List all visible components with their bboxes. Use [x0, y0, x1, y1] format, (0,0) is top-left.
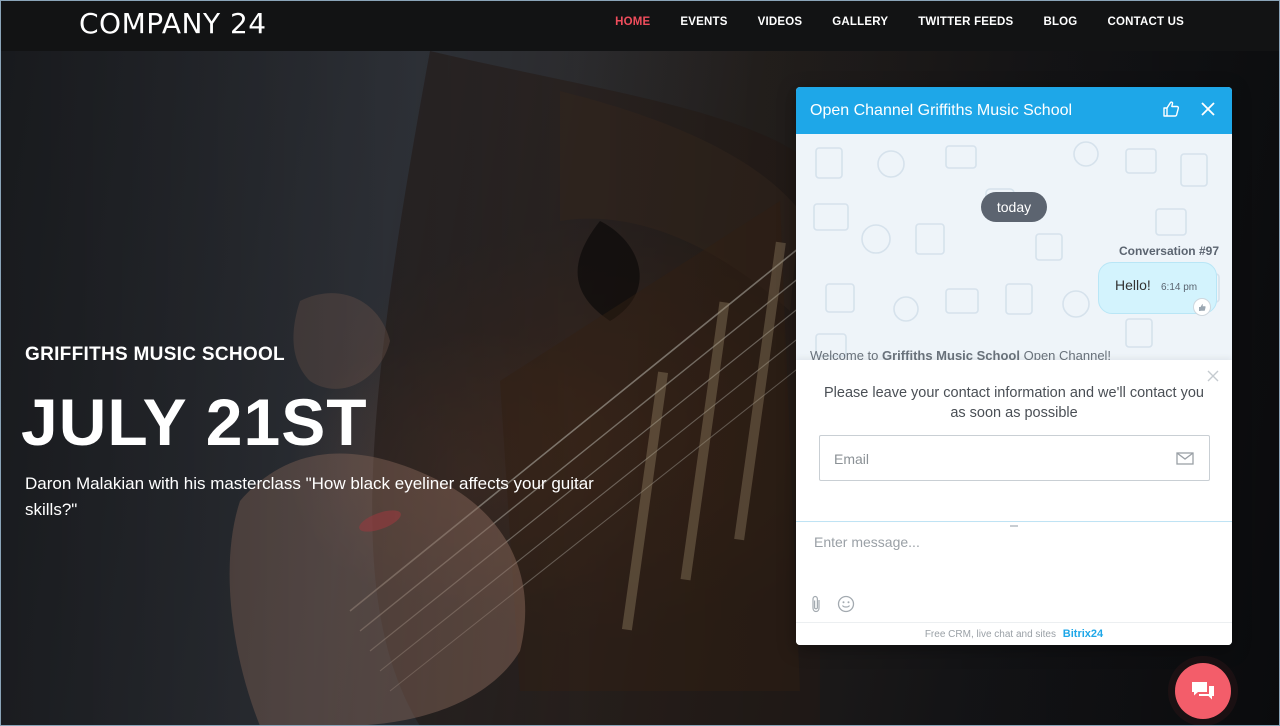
envelope-icon[interactable]	[1176, 452, 1194, 470]
message-text: Hello!	[1115, 277, 1151, 293]
live-chat-widget: Open Channel Griffiths Music School toda…	[796, 87, 1232, 645]
nav-home[interactable]: HOME	[615, 16, 650, 28]
main-nav: HOME EVENTS VIDEOS GALLERY TWITTER FEEDS…	[585, 16, 1184, 28]
conversation-label: Conversation #97	[1118, 244, 1219, 258]
open-chat-button[interactable]	[1168, 656, 1238, 726]
close-icon[interactable]	[1200, 101, 1216, 122]
email-input[interactable]	[832, 447, 1166, 471]
nav-events[interactable]: EVENTS	[680, 16, 727, 28]
hero-title: JULY 21ST	[21, 385, 368, 459]
nav-contact-us[interactable]: CONTACT US	[1107, 16, 1184, 28]
resize-handle[interactable]	[1010, 525, 1018, 527]
bitrix-logo[interactable]: Bitrix24	[1063, 628, 1103, 640]
nav-blog[interactable]: BLOG	[1043, 16, 1077, 28]
site-logo[interactable]: COMPANY 24	[79, 7, 267, 40]
message-time: 6:14 pm	[1161, 282, 1198, 293]
hero-description: Daron Malakian with his masterclass "How…	[25, 474, 594, 519]
contact-form-panel: Please leave your contact information an…	[796, 360, 1232, 521]
nav-videos[interactable]: VIDEOS	[758, 16, 803, 28]
chat-messages-area: today Conversation #97 Hello! 6:14 pm We…	[796, 134, 1232, 360]
hero-subtitle: GRIFFITHS MUSIC SCHOOL	[25, 344, 285, 365]
welcome-message: Welcome to Griffiths Music School Open C…	[810, 348, 1112, 360]
message-bubble: Hello! 6:14 pm	[1098, 262, 1217, 316]
input-divider	[796, 521, 1232, 522]
chat-header: Open Channel Griffiths Music School	[796, 87, 1232, 134]
chat-bubbles-icon	[1175, 663, 1231, 719]
message-like-icon[interactable]	[1193, 298, 1211, 316]
contact-prompt: Please leave your contact information an…	[824, 385, 1204, 421]
footer-text: Free CRM, live chat and sites	[924, 629, 1056, 640]
top-navigation-bar: COMPANY 24 HOME EVENTS VIDEOS GALLERY TW…	[0, 0, 1280, 51]
email-field	[819, 435, 1210, 481]
chat-title: Open Channel Griffiths Music School	[810, 102, 1073, 119]
thumbs-up-icon[interactable]	[1162, 100, 1180, 123]
message-composer	[796, 523, 1232, 621]
date-divider-badge: today	[981, 192, 1047, 222]
nav-gallery[interactable]: GALLERY	[832, 16, 888, 28]
paperclip-icon[interactable]	[810, 595, 822, 618]
nav-twitter-feeds[interactable]: TWITTER FEEDS	[918, 16, 1013, 28]
smile-icon[interactable]	[837, 595, 855, 618]
message-input[interactable]	[812, 532, 1216, 576]
chat-footer: Free CRM, live chat and sites Bitrix24	[796, 622, 1232, 645]
